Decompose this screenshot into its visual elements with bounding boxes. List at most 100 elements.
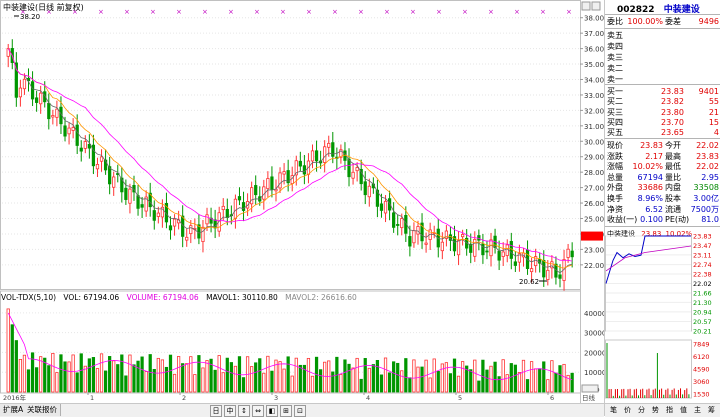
price-tick-label: 35.00 [584,61,604,69]
volume-bar [67,361,71,393]
volume-bar [185,363,189,393]
tab-related-quote[interactable]: 关联报价 [24,404,61,416]
volume-bar [205,360,209,393]
kline-chart[interactable]: 38.00 37.00 36.00 35.00 34.00 33.00 32.00 31.00… [0,0,604,403]
weicha-value: 9496 [698,17,719,26]
tool-mid-button[interactable]: 中 [224,405,236,417]
scroll-box-icon[interactable] [581,384,599,393]
tab-zhi-value[interactable]: 值 [679,406,688,415]
volume-bar [91,357,96,393]
orderbook-buy-row[interactable]: 买五 23.65 4 [605,127,720,138]
volume-bar [282,368,286,393]
candle-body [282,171,286,175]
volume-bar [181,363,185,393]
candle-body [489,239,493,257]
stat-value: 8.96% [637,194,663,203]
settings-icon[interactable] [591,1,601,11]
volume-bar [136,360,140,393]
volume-bar [270,370,274,393]
orderbook-sell-row[interactable]: 卖五 [605,30,720,41]
mini-price-tick: 22.38 [693,271,712,279]
event-marker-icon[interactable]: × [306,8,312,16]
quote-stat-row: 净资 6.52 流通 7500万 [605,204,720,215]
volume-bar [375,359,380,393]
stat-label: 涨幅 [607,162,623,172]
tab-shi[interactable]: 势 [651,406,660,415]
volume-bar [521,359,526,393]
event-marker-icon[interactable]: × [150,8,156,16]
tab-bi[interactable]: 笔 [609,406,618,415]
orderbook-sell-row[interactable]: 卖二 [605,63,720,74]
grid-icon[interactable]: ⊞ [280,405,292,417]
event-marker-icon[interactable]: × [436,8,442,16]
zoom-horizontal-icon[interactable]: ⇔ [252,405,264,417]
volume-bar [250,366,254,393]
stat-label: PE(动) [665,215,690,225]
event-marker-icon[interactable]: × [358,8,364,16]
stat-value: 67194 [637,172,663,182]
quote-stat-row: 外盘 33686 内盘 33508 [605,182,720,193]
vol-indicator-name[interactable]: VOL-TDX(5,10) [1,293,56,302]
price-tick-label: 25.00 [584,216,604,224]
volume-bar [112,360,116,393]
panel-bottom-tabs: 笔 价 分 势 指 值 主 筹 [605,403,720,417]
candle-body [298,160,302,167]
volume-bar [452,358,457,393]
event-marker-icon[interactable]: × [332,8,338,16]
candle-body [351,171,355,179]
tool-day-button[interactable]: 日 [210,405,222,417]
volume-bar [26,369,31,393]
month-tick-label: 4 [366,394,370,402]
tab-zhi[interactable]: 指 [665,406,674,415]
tab-fen[interactable]: 分 [637,406,646,415]
event-marker-icon[interactable]: × [228,8,234,16]
event-marker-icon[interactable]: × [566,8,572,16]
event-marker-icon[interactable]: × [176,8,182,16]
price-tick-label: 26.00 [584,200,604,208]
candle-body [546,269,550,280]
candle-body [124,187,128,200]
event-marker-icon[interactable]: × [462,8,468,16]
event-marker-icon[interactable]: × [488,8,494,16]
candle-body [233,198,238,219]
candle-body [71,127,75,131]
candle-body [416,226,420,235]
candle-body [501,251,505,257]
event-marker-icon[interactable]: × [384,8,390,16]
mini-price-tick: 23.11 [693,251,712,259]
period-label[interactable]: 日线 [582,393,596,402]
candle-body [473,239,477,257]
event-marker-icon[interactable]: × [540,8,546,16]
candle-body [323,146,327,163]
event-marker-icon[interactable]: × [280,8,286,16]
divider [605,226,720,227]
candle-body [558,274,562,279]
weibi-value: 100.00% [627,17,663,26]
tab-zhu[interactable]: 主 [693,406,702,415]
volume-bar [477,380,481,393]
tab-chou[interactable]: 筹 [707,406,716,415]
event-marker-icon[interactable]: × [98,8,104,16]
window-icon[interactable]: ⊡ [294,405,306,417]
volume-bar [6,308,10,393]
volume-bar [116,364,120,393]
volume-bar [529,361,534,393]
volume-bar [542,361,546,393]
price-tick-label: 34.00 [584,77,604,85]
intraday-mini-chart[interactable]: 23.8323.4723.11 22.74 22.3822.0221.66 21.30… [605,228,720,403]
quote-info-panel: 002822 中装建设 委比 100.00% 委差 9496 卖五 卖四 卖三 卖二卖… [604,0,720,417]
orderbook-sell-row[interactable]: 卖四 [605,41,720,52]
volume-bar [95,368,100,393]
event-marker-icon[interactable]: × [514,8,520,16]
event-marker-icon[interactable]: × [124,8,130,16]
event-marker-icon[interactable]: × [254,8,260,16]
zoom-vertical-icon[interactable]: ↕ [238,405,250,417]
tab-jia[interactable]: 价 [623,406,632,415]
event-marker-icon[interactable]: × [202,8,208,16]
orderbook-sell-row[interactable]: 卖三 [605,52,720,63]
orderbook-label: 卖二 [607,64,623,73]
event-marker-icon[interactable]: × [410,8,416,16]
stat-label: 最高 [665,151,681,161]
minimize-icon[interactable] [581,1,591,11]
panel-toggle-icon[interactable]: ◧ [266,405,278,417]
